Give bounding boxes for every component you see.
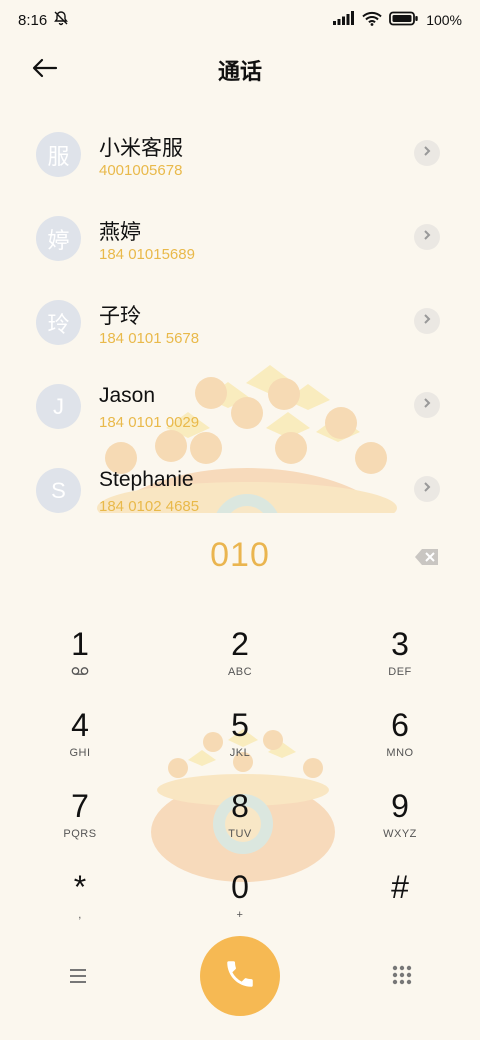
key-digit: 9 (391, 788, 409, 824)
key-digit: 5 (231, 707, 249, 743)
contact-row[interactable]: J Jason 184 0101 0029 (0, 364, 480, 448)
back-button[interactable] (28, 54, 62, 86)
bottom-bar (0, 936, 480, 1016)
key-6[interactable]: 6 MNO (345, 707, 455, 779)
contact-row[interactable]: 婷 燕婷 184 01015689 (0, 196, 480, 280)
contact-number: 184 01015689 (99, 246, 195, 263)
arrow-left-icon (32, 58, 58, 83)
chevron-right-icon (422, 228, 432, 246)
key-letters: + (236, 909, 244, 921)
key-letters: TUV (228, 828, 252, 840)
contact-number: 4001005678 (99, 162, 183, 179)
backspace-icon (414, 549, 440, 571)
contact-name: Stephanie (99, 468, 194, 491)
key-digit: * (73, 869, 87, 905)
voicemail-icon (25, 666, 135, 680)
signal-icon (333, 11, 355, 29)
key-digit: 8 (231, 788, 249, 824)
key-letters: GHI (69, 747, 91, 759)
avatar: J (36, 384, 81, 429)
contact-detail-button[interactable] (414, 224, 440, 250)
key-digit: 7 (71, 788, 89, 824)
chevron-right-icon (422, 396, 432, 414)
contact-detail-button[interactable] (414, 308, 440, 334)
key-letters: ABC (227, 666, 253, 678)
key-9[interactable]: 9 WXYZ (345, 788, 455, 860)
contact-name: 子玲 (99, 305, 141, 328)
hamburger-menu-icon (66, 969, 90, 992)
key-3[interactable]: 3 DEF (345, 626, 455, 698)
phone-icon (223, 957, 257, 996)
key-hash[interactable]: # (345, 869, 455, 941)
dialpad-grid-icon (391, 965, 413, 990)
key-digit: # (391, 869, 409, 905)
dial-display: 010 (0, 530, 480, 586)
battery-percent: 100% (426, 12, 462, 28)
battery-icon (389, 11, 419, 30)
avatar: 服 (36, 132, 81, 177)
contact-list: 服 小米客服 4001005678 婷 燕婷 184 01015689 玲 子玲… (0, 112, 480, 513)
chevron-right-icon (422, 480, 432, 498)
contact-detail-button[interactable] (414, 476, 440, 502)
avatar: 玲 (36, 300, 81, 345)
key-digit: 0 (231, 869, 249, 905)
key-2[interactable]: 2 ABC (185, 626, 295, 698)
key-4[interactable]: 4 GHI (25, 707, 135, 779)
key-letters: PQRS (63, 828, 97, 840)
chevron-right-icon (422, 312, 432, 330)
contact-detail-button[interactable] (414, 140, 440, 166)
key-5[interactable]: 5 JKL (185, 707, 295, 779)
wifi-icon (362, 11, 382, 30)
avatar: S (36, 468, 81, 513)
contact-name: Jason (99, 384, 156, 407)
key-letters (345, 909, 455, 923)
call-button[interactable] (200, 936, 280, 1016)
chevron-right-icon (422, 144, 432, 162)
status-time: 8:16 (18, 11, 48, 29)
key-7[interactable]: 7 PQRS (25, 788, 135, 860)
dialed-number: 010 (210, 536, 270, 574)
contact-row[interactable]: 服 小米客服 4001005678 (0, 112, 480, 196)
key-1[interactable]: 1 (25, 626, 135, 698)
key-letters: , (78, 909, 82, 921)
status-bar: 8:16 100% (0, 0, 480, 40)
contact-number: 184 0101 0029 (99, 414, 200, 431)
key-letters: DEF (388, 666, 412, 678)
bell-off-icon (53, 10, 69, 30)
dialpad-toggle-button[interactable] (391, 964, 413, 986)
contact-name: 小米客服 (99, 137, 183, 160)
contact-row[interactable]: S Stephanie 184 0102 4685 (0, 448, 480, 513)
contact-number: 184 0101 5678 (99, 330, 200, 347)
dial-keypad: 1 2 ABC 3 DEF 4 GHI 5 JKL 6 MNO 7 PQRS 8… (0, 620, 480, 940)
contact-number: 184 0102 4685 (99, 498, 200, 513)
key-digit: 1 (71, 626, 89, 662)
key-letters: JKL (229, 747, 251, 759)
key-digit: 6 (391, 707, 409, 743)
key-digit: 2 (231, 626, 249, 662)
key-letters: WXYZ (383, 828, 417, 840)
key-star[interactable]: * , (25, 869, 135, 941)
header: 通话 (0, 44, 480, 96)
contact-detail-button[interactable] (414, 392, 440, 418)
contact-name: 燕婷 (99, 221, 141, 244)
key-letters: MNO (386, 747, 414, 759)
key-digit: 3 (391, 626, 409, 662)
key-8[interactable]: 8 TUV (185, 788, 295, 860)
key-digit: 4 (71, 707, 89, 743)
page-title: 通话 (217, 59, 262, 84)
avatar: 婷 (36, 216, 81, 261)
backspace-button[interactable] (414, 547, 440, 567)
key-0[interactable]: 0 + (185, 869, 295, 941)
contact-row[interactable]: 玲 子玲 184 0101 5678 (0, 280, 480, 364)
menu-button[interactable] (66, 964, 90, 988)
